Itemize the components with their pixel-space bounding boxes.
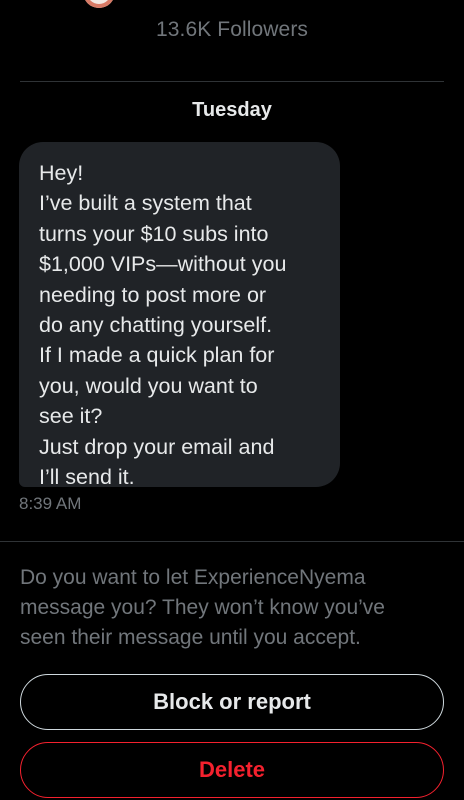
- message-request-prompt: Do you want to let ExperienceNyema messa…: [20, 566, 385, 649]
- request-divider: [0, 541, 464, 542]
- message-text: Hey! I’ve built a system that turns your…: [39, 161, 287, 490]
- delete-button[interactable]: Delete: [20, 742, 444, 798]
- followers-count: 13.6K Followers: [155, 18, 309, 41]
- day-separator: Tuesday: [192, 99, 272, 121]
- avatar[interactable]: [83, 0, 115, 8]
- message-timestamp: 8:39 AM: [19, 494, 82, 513]
- header-divider: [20, 81, 444, 82]
- block-or-report-button[interactable]: Block or report: [20, 674, 444, 730]
- message-bubble[interactable]: Hey! I’ve built a system that turns your…: [19, 142, 340, 489]
- profile-name-area[interactable]: [140, 0, 330, 4]
